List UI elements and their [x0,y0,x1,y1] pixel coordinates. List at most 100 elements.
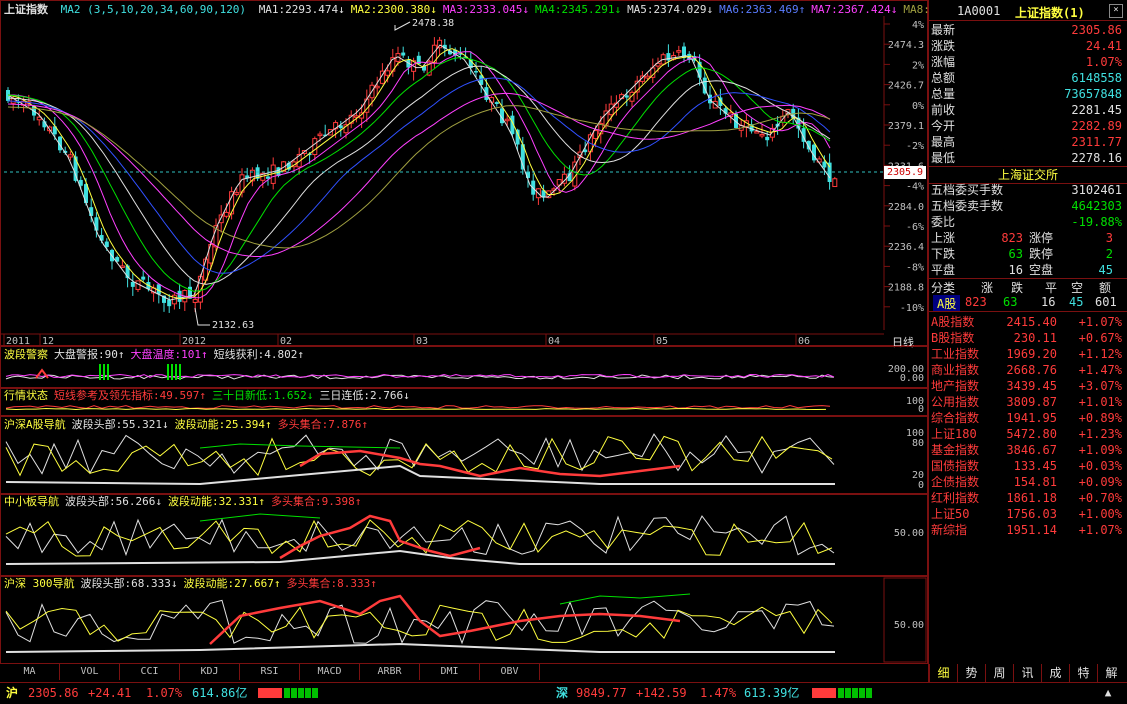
right-tab-3[interactable]: 讯 [1013,664,1041,682]
y-tick-label: 4% [912,20,924,31]
quote-row-value: 2281.45 [1071,103,1122,117]
quote-row: 涨跌 24.41 [931,38,1124,54]
quote-row-value: 73657848 [1064,87,1122,101]
sz-percent: 1.47% [700,686,737,700]
right-tab-0[interactable]: 细 [929,664,957,682]
candle [561,166,567,187]
candle [743,113,749,138]
index-change: +1.09% [1078,443,1122,457]
sz-breadth-bar [812,688,872,698]
y-tick-label: -2% [906,141,924,152]
indicator-tab-kdj[interactable]: KDJ [180,664,240,680]
right-tab-1[interactable]: 势 [957,664,985,682]
depth-row-value: -19.88% [1071,215,1122,229]
index-price: 3439.45 [1006,379,1057,393]
cls-flat: 16 [1041,295,1056,309]
index-name: 国债指数 [931,459,980,473]
index-row[interactable]: 上证180 5472.80 +1.23% [931,426,1124,442]
indicator-tab-arbr[interactable]: ARBR [360,664,420,680]
p5-y-axis: 50.00 [894,620,924,631]
quote-row-value: 6148558 [1071,71,1122,85]
index-row[interactable]: B股指数 230.11 +0.67% [931,330,1124,346]
index-price: 1969.20 [1006,347,1057,361]
index-row[interactable]: 企债指数 154.81 +0.09% [931,474,1124,490]
x-tick-label: 12 [42,336,54,346]
candlestick-chart[interactable]: 2478.38 2132.63 4% 2474.3 2% 2426.7 0% 2379.1 -2… [0,0,928,346]
index-name: 上证50 [931,507,970,521]
quote-row: 总额 6148558 [931,70,1124,86]
quote-row-key: 涨幅 [931,55,956,69]
index-row[interactable]: 商业指数 2668.76 +1.47% [931,362,1124,378]
tray-icon[interactable]: ▲ [1100,685,1116,701]
x-tick-label: 03 [416,336,428,346]
index-row[interactable]: A股指数 2415.40 +1.07% [931,314,1124,330]
ma-line-5 [7,65,831,285]
index-row[interactable]: 红利指数 1861.18 +0.70% [931,490,1124,506]
indicator-tab-ma[interactable]: MA [0,664,60,680]
y-tick-label: 2236.4 [888,242,924,253]
index-row[interactable]: 公用指数 3809.87 +1.01% [931,394,1124,410]
index-price: 1941.95 [1006,411,1057,425]
index-change: +3.07% [1078,379,1122,393]
close-icon[interactable]: × [1109,4,1123,18]
index-row[interactable]: 上证50 1756.03 +1.00% [931,506,1124,522]
breadth-v1: 823 [1001,231,1023,245]
y-tick-label: 80 [912,438,924,449]
index-change: +1.23% [1078,427,1122,441]
candle [500,98,504,126]
p5-line-red [209,594,681,645]
p5-line-green [559,593,691,605]
right-tab-2[interactable]: 周 [985,664,1013,682]
right-tab-6[interactable]: 解 [1097,664,1125,682]
breadth-row: 下跌 63 跌停 2 [931,246,1124,262]
candle [379,63,385,85]
breadth-v2: 45 [1098,263,1113,277]
right-tab-5[interactable]: 特 [1069,664,1097,682]
quote-row: 前收 2281.45 [931,102,1124,118]
y-tick-label: 2379.1 [888,121,924,132]
candle [141,270,146,282]
indicator-tab-dmi[interactable]: DMI [420,664,480,680]
index-price: 1756.03 [1006,507,1057,521]
index-row[interactable]: 综合指数 1941.95 +0.89% [931,410,1124,426]
indicator-tab-macd[interactable]: MACD [300,664,360,680]
depth-row: 五档委卖手数 4642303 [931,198,1124,214]
index-row[interactable]: 基金指数 3846.67 +1.09% [931,442,1124,458]
index-change: +0.03% [1078,459,1122,473]
p2-line-red [5,404,831,409]
breadth-v1: 63 [1008,247,1023,261]
index-row[interactable]: 地产指数 3439.45 +3.07% [931,378,1124,394]
right-tab-4[interactable]: 成 [1041,664,1069,682]
indicator-tab-rsi[interactable]: RSI [240,664,300,680]
quote-row-key: 总额 [931,71,956,85]
p2-lines [5,404,831,411]
depth-row-key: 五档委卖手数 [931,199,1004,213]
cls-header-1: 涨 [981,281,994,295]
index-name: 公用指数 [931,395,980,409]
indicator-tab-vol[interactable]: VOL [60,664,120,680]
status-bar: 沪 2305.86 +24.41 1.07% 614.86亿 深 9849.77… [0,682,1127,704]
index-row[interactable]: 工业指数 1969.20 +1.12% [931,346,1124,362]
candle [239,168,245,198]
candle [26,94,32,108]
index-price: 3809.87 [1006,395,1057,409]
sz-change: +142.59 [636,686,687,700]
sz-label: 深 [556,686,569,700]
index-name: 基金指数 [931,443,980,457]
p5-lines [5,593,835,653]
candle [629,90,635,107]
indicator-tab-obv[interactable]: OBV [480,664,540,680]
high-marker [394,21,411,31]
index-row[interactable]: 新综指 1951.14 +1.07% [931,522,1124,538]
index-row[interactable]: 国债指数 133.45 +0.03% [931,458,1124,474]
index-change: +0.89% [1078,411,1122,425]
candle [535,188,541,205]
sh-price: 2305.86 [28,686,79,700]
classification-header [929,278,1127,296]
x-tick-label: 06 [798,336,810,346]
indicator-tab-cci[interactable]: CCI [120,664,180,680]
index-name: 工业指数 [931,347,980,361]
cls-amt: 601 [1095,295,1117,309]
quote-row-key: 总量 [931,87,956,101]
p3-line-base [5,464,835,486]
